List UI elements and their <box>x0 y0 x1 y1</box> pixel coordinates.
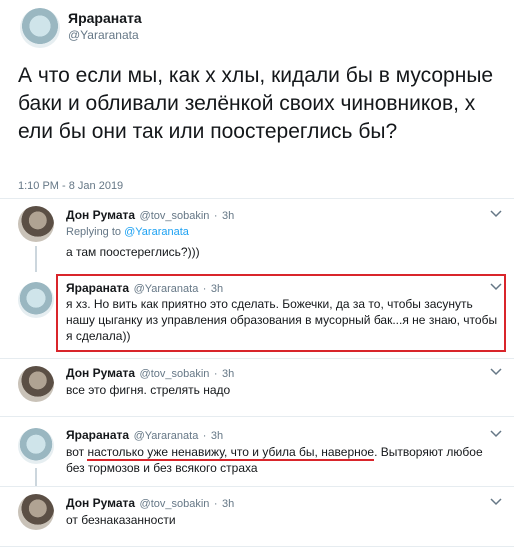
avatar[interactable] <box>18 282 54 318</box>
reply-time[interactable]: 3h <box>211 430 223 442</box>
reply-time[interactable]: 3h <box>222 210 234 222</box>
avatar[interactable] <box>18 428 54 464</box>
reply-text-prefix: вот <box>66 445 88 459</box>
thread-line <box>35 468 37 486</box>
author-handle[interactable]: @Yararanata <box>68 28 139 42</box>
chevron-down-icon[interactable] <box>490 210 502 218</box>
divider <box>0 416 514 417</box>
author-handle[interactable]: @tov_sobakin <box>140 210 210 222</box>
avatar[interactable] <box>18 494 54 530</box>
separator: · <box>213 368 218 380</box>
reply-text: я хз. Но вить как приятно это сделать. Б… <box>66 297 498 343</box>
author-name[interactable]: Ярараната <box>66 281 129 295</box>
separator: · <box>213 210 218 222</box>
divider <box>0 198 514 199</box>
chevron-down-icon[interactable] <box>490 368 502 376</box>
author-handle[interactable]: @Yararanata <box>134 430 199 442</box>
author-name[interactable]: Дон Румата <box>66 496 135 510</box>
author-name[interactable]: Дон Румата <box>66 366 135 380</box>
reply-time[interactable]: 3h <box>222 498 234 510</box>
reply-time[interactable]: 3h <box>211 283 223 295</box>
avatar[interactable] <box>20 8 60 48</box>
author-name[interactable]: Дон Румата <box>66 208 135 222</box>
reply-time[interactable]: 3h <box>222 368 234 380</box>
replying-to-handle[interactable]: @Yararanata <box>124 226 189 238</box>
reply-text: а там поостереглись?))) <box>66 245 200 259</box>
highlighted-phrase: настолько уже ненавижу, что и убила бы, … <box>87 445 375 461</box>
author-handle[interactable]: @tov_sobakin <box>140 498 210 510</box>
replying-to-label: Replying to <box>66 226 122 238</box>
chevron-down-icon[interactable] <box>490 283 502 291</box>
separator: · <box>202 283 207 295</box>
replying-to: Replying to @Yararanata <box>66 226 189 238</box>
divider <box>0 358 514 359</box>
author-handle[interactable]: @Yararanata <box>134 283 199 295</box>
reply-header: Ярараната @Yararanata · 3h <box>66 279 223 297</box>
separator: · <box>213 498 218 510</box>
reply-text: вот настолько уже ненавижу, что и убила … <box>66 444 486 476</box>
reply-text: от безнаказанности <box>66 513 176 527</box>
tweet-timestamp[interactable]: 1:10 PM - 8 Jan 2019 <box>18 180 123 192</box>
separator: · <box>202 430 207 442</box>
reply-header: Ярараната @Yararanata · 3h <box>66 426 223 444</box>
chevron-down-icon[interactable] <box>490 498 502 506</box>
avatar[interactable] <box>18 366 54 402</box>
thread-line <box>35 246 37 272</box>
avatar[interactable] <box>18 206 54 242</box>
chevron-down-icon[interactable] <box>490 430 502 438</box>
reply-header: Дон Румата @tov_sobakin · 3h <box>66 364 234 382</box>
tweet-text: А что если мы, как х хлы, кидали бы в му… <box>18 64 494 143</box>
reply-text: все это фигня. стрелять надо <box>66 383 231 397</box>
author-handle[interactable]: @tov_sobakin <box>140 368 210 380</box>
divider <box>0 546 514 547</box>
reply-header: Дон Румата @tov_sobakin · 3h <box>66 206 234 224</box>
reply-header: Дон Румата @tov_sobakin · 3h <box>66 494 234 512</box>
author-name[interactable]: Ярараната <box>66 428 129 442</box>
author-name[interactable]: Ярараната <box>68 10 142 26</box>
divider <box>0 486 514 487</box>
